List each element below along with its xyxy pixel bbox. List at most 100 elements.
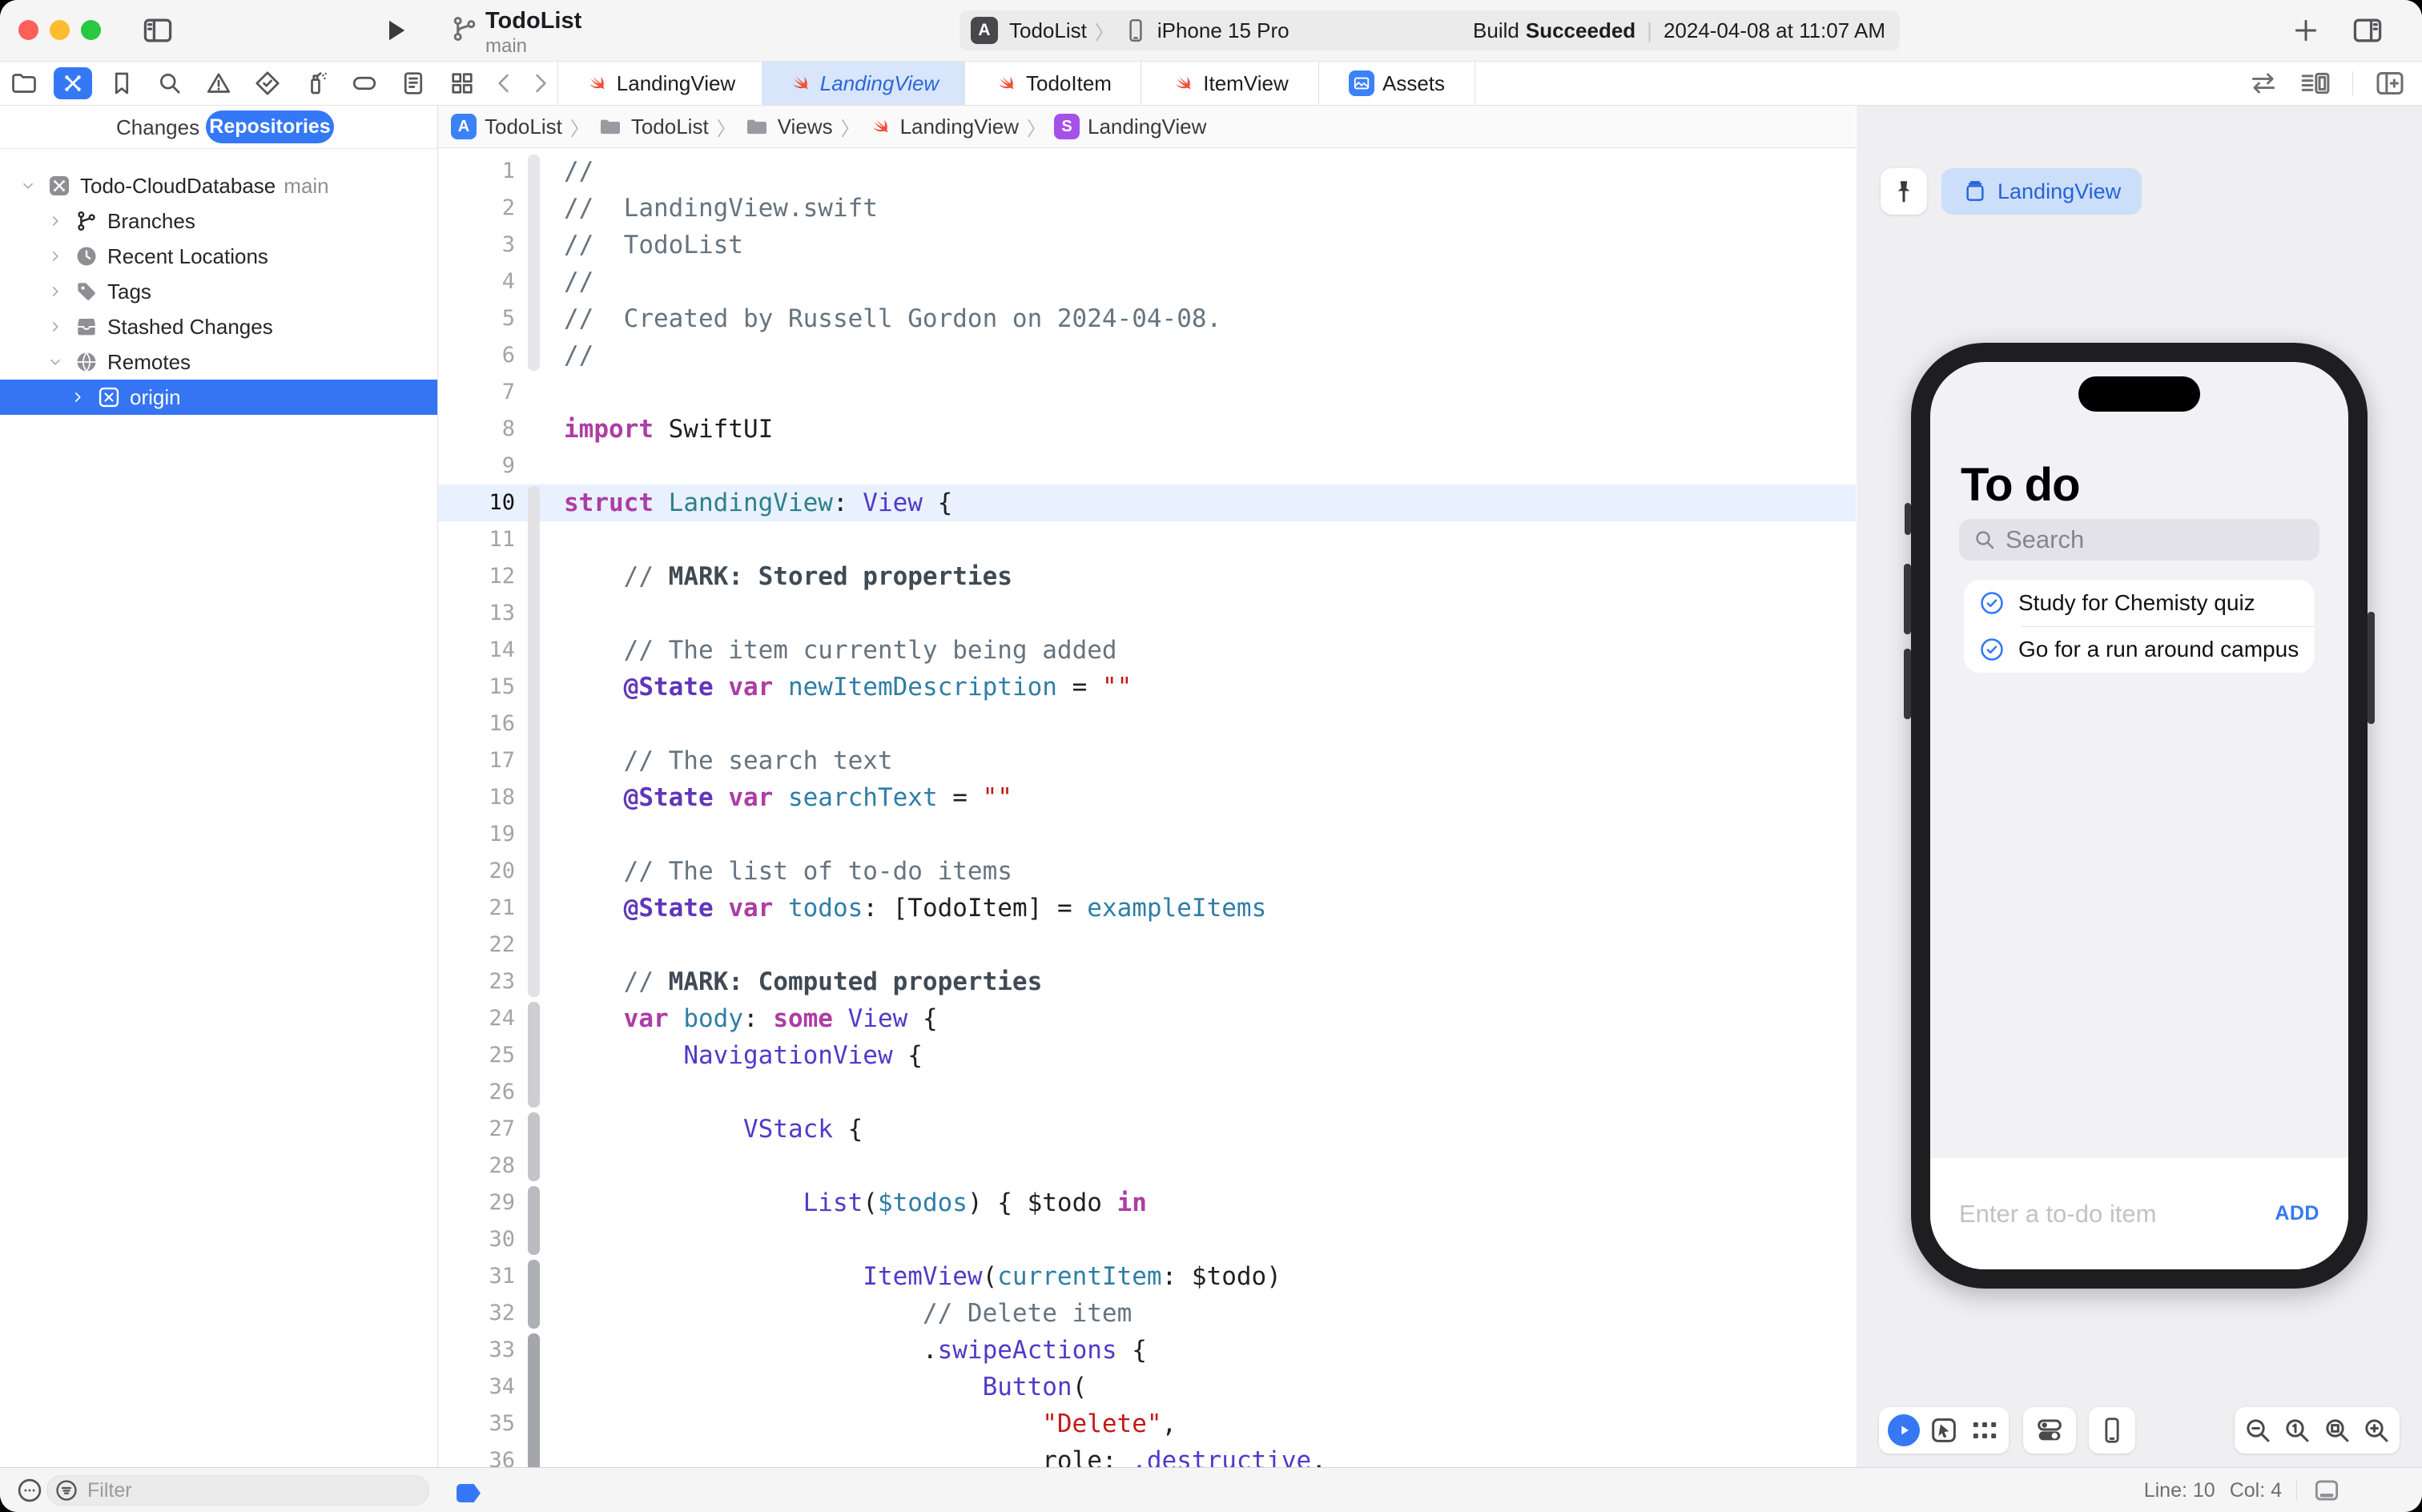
disclosure-chevron[interactable] <box>46 281 64 302</box>
line-number[interactable]: 12 <box>438 558 515 595</box>
fold-ribbon[interactable] <box>528 1260 540 1329</box>
disclosure-chevron[interactable] <box>46 352 64 372</box>
line-number[interactable]: 9 <box>438 448 515 485</box>
line-number[interactable]: 27 <box>438 1111 515 1148</box>
line-number[interactable]: 29 <box>438 1184 515 1221</box>
line-number[interactable]: 17 <box>438 742 515 779</box>
line-number[interactable]: 11 <box>438 521 515 558</box>
code-line[interactable]: // LandingView.swift <box>564 190 878 227</box>
line-number[interactable]: 3 <box>438 227 515 263</box>
code-line[interactable]: Button( <box>564 1369 1087 1405</box>
code-line[interactable]: // The list of to-do items <box>564 853 1012 890</box>
zoom-fit-button[interactable] <box>2321 1414 2353 1446</box>
fold-ribbon[interactable] <box>528 1186 540 1255</box>
line-number[interactable]: 7 <box>438 374 515 411</box>
code-line[interactable]: @State var searchText = "" <box>564 779 1012 816</box>
code-line[interactable]: role: .destructive, <box>564 1442 1326 1467</box>
disclosure-chevron[interactable] <box>46 316 64 337</box>
tree-item-tags[interactable]: Tags <box>0 274 437 309</box>
code-area[interactable]: 1//2// LandingView.swift3// TodoList4//5… <box>438 148 1856 1467</box>
fold-ribbon[interactable] <box>528 1333 540 1467</box>
code-line[interactable]: // <box>564 337 593 374</box>
code-line[interactable]: var body: some View { <box>564 1000 938 1037</box>
code-line[interactable]: List($todos) { $todo in <box>564 1184 1147 1221</box>
line-number[interactable]: 5 <box>438 300 515 337</box>
toggle-navigator-button[interactable] <box>138 8 178 53</box>
navigator-issues-button[interactable] <box>195 62 243 105</box>
line-number[interactable]: 4 <box>438 263 515 300</box>
todo-input[interactable]: Enter a to-do item <box>1959 1200 2156 1228</box>
line-number[interactable]: 19 <box>438 816 515 853</box>
checked-circle-icon[interactable] <box>1978 636 2006 663</box>
zoom-out-button[interactable] <box>2242 1414 2274 1446</box>
navigator-source-control-button[interactable] <box>49 62 98 105</box>
line-number[interactable]: 1 <box>438 153 515 190</box>
pin-preview-button[interactable] <box>1881 168 1927 215</box>
tree-item-branches[interactable]: Branches <box>0 203 437 239</box>
activity-view[interactable]: A TodoList 〉 iPhone 15 Pro Build Succeed… <box>960 10 1900 50</box>
line-number[interactable]: 6 <box>438 337 515 374</box>
preview-tab[interactable]: LandingView <box>1941 168 2142 215</box>
code-line[interactable]: import SwiftUI <box>564 411 773 448</box>
fold-ribbon[interactable] <box>528 1112 540 1181</box>
zoom-in-button[interactable] <box>2360 1414 2392 1446</box>
code-line[interactable]: "Delete", <box>564 1405 1177 1442</box>
source-control-marker[interactable] <box>457 1484 481 1502</box>
editor-tab-todoitem[interactable]: TodoItem <box>965 62 1141 105</box>
device-settings-button[interactable] <box>2034 1414 2066 1446</box>
live-preview-button[interactable] <box>1888 1414 1920 1446</box>
code-line[interactable]: @State var todos: [TodoItem] = exampleIt… <box>564 890 1266 927</box>
editor-tab-assets[interactable]: Assets <box>1318 62 1475 105</box>
breadcrumb-item[interactable]: Views <box>744 114 833 139</box>
breadcrumb-item[interactable]: ATodoList <box>451 114 562 139</box>
navigator-project-button[interactable] <box>0 62 49 105</box>
breadcrumb-item[interactable]: LandingView <box>868 115 1019 139</box>
line-number[interactable]: 23 <box>438 963 515 1000</box>
tree-item-remotes[interactable]: Remotes <box>0 344 437 380</box>
back-button[interactable] <box>487 62 522 105</box>
tree-item-recent-locations[interactable]: Recent Locations <box>0 239 437 274</box>
tree-item-origin[interactable]: origin <box>0 380 437 415</box>
zoom-button[interactable] <box>81 20 101 40</box>
code-line[interactable]: ItemView(currentItem: $todo) <box>564 1258 1281 1295</box>
breadcrumb-item[interactable]: TodoList <box>597 114 709 139</box>
line-number[interactable]: 34 <box>438 1369 515 1405</box>
code-line[interactable]: .swipeActions { <box>564 1332 1147 1369</box>
code-review-button[interactable] <box>2248 68 2279 99</box>
editor-layout-icon[interactable] <box>2311 1475 2342 1506</box>
line-number[interactable]: 2 <box>438 190 515 227</box>
line-number[interactable]: 25 <box>438 1037 515 1074</box>
line-number[interactable]: 15 <box>438 669 515 706</box>
navigator-bookmarks-button[interactable] <box>97 62 146 105</box>
minimize-button[interactable] <box>50 20 70 40</box>
add-editor-button[interactable] <box>2374 67 2406 99</box>
code-line[interactable]: // The item currently being added <box>564 632 1117 669</box>
code-line[interactable]: // MARK: Computed properties <box>564 963 1042 1000</box>
code-line[interactable]: // Delete item <box>564 1295 1132 1332</box>
run-destination[interactable]: iPhone 15 Pro <box>1157 18 1289 43</box>
code-line[interactable]: // <box>564 263 593 300</box>
code-line[interactable]: // MARK: Stored properties <box>564 558 1012 595</box>
todo-item-row[interactable]: Go for a run around campus <box>1964 626 2315 673</box>
line-number[interactable]: 16 <box>438 706 515 742</box>
variants-button[interactable] <box>1969 1414 2001 1446</box>
editor-options-button[interactable] <box>2299 67 2331 99</box>
add-button[interactable] <box>2286 8 2326 53</box>
navigator-reports-button[interactable] <box>388 62 437 105</box>
forward-button[interactable] <box>522 62 557 105</box>
line-number[interactable]: 26 <box>438 1074 515 1111</box>
add-item-button[interactable]: ADD <box>2275 1202 2319 1225</box>
navigator-debug-button[interactable] <box>292 62 340 105</box>
code-line[interactable]: // Created by Russell Gordon on 2024-04-… <box>564 300 1221 337</box>
disclosure-chevron[interactable] <box>69 387 86 408</box>
checked-circle-icon[interactable] <box>1978 589 2006 617</box>
code-line[interactable]: @State var newItemDescription = "" <box>564 669 1132 706</box>
fold-ribbon[interactable] <box>528 155 540 371</box>
tab-repositories[interactable]: Repositories <box>206 111 334 143</box>
code-line[interactable]: NavigationView { <box>564 1037 923 1074</box>
code-line[interactable]: VStack { <box>564 1111 863 1148</box>
tree-item-stashed-changes[interactable]: Stashed Changes <box>0 309 437 344</box>
close-button[interactable] <box>18 20 38 40</box>
fold-ribbon[interactable] <box>528 1002 540 1108</box>
filter-options-button[interactable] <box>14 1475 45 1506</box>
